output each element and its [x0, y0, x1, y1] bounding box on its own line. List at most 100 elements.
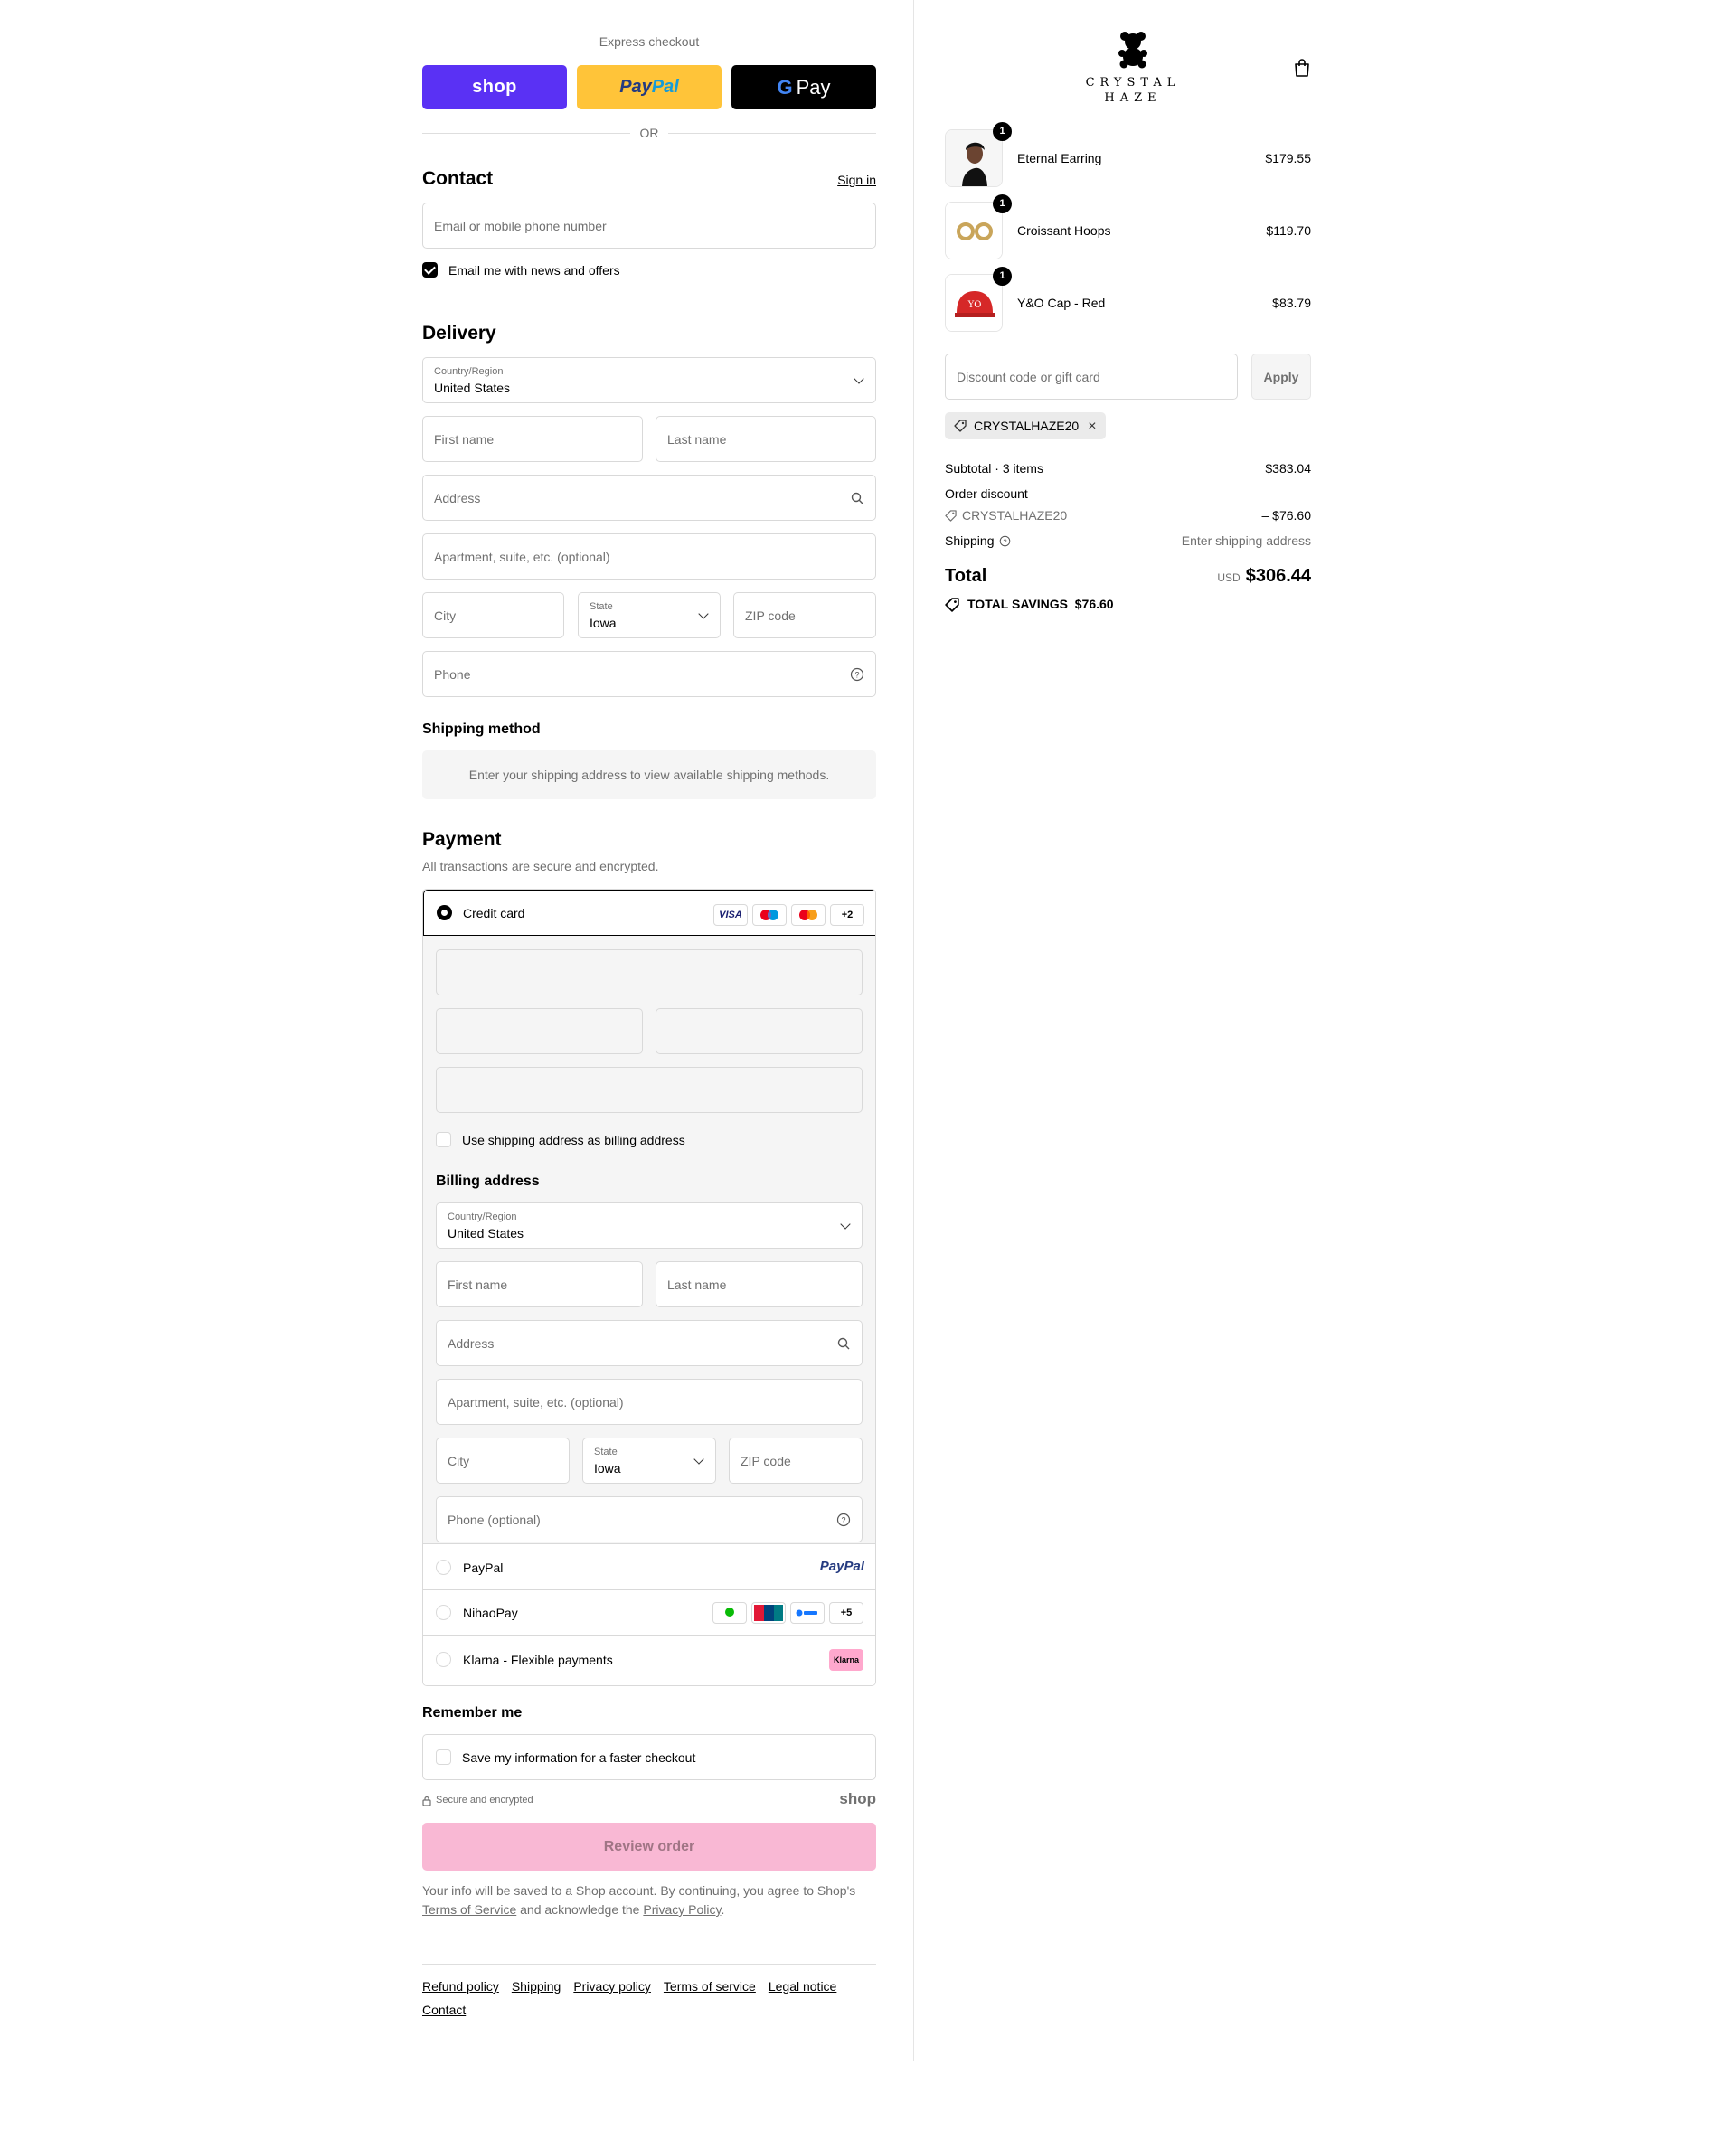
remember-me-checkbox[interactable] — [436, 1749, 451, 1765]
billing-address-field[interactable]: Address — [436, 1320, 863, 1366]
zip-field[interactable]: ZIP code — [733, 592, 876, 638]
discount-code-label: CRYSTALHAZE20 — [962, 508, 1068, 523]
help-icon[interactable]: ? — [850, 667, 864, 682]
delivery-heading: Delivery — [422, 323, 496, 344]
credit-card-option[interactable]: Credit card VISA +2 — [423, 890, 875, 936]
quantity-badge: 1 — [993, 194, 1012, 213]
city-placeholder: City — [434, 608, 457, 623]
or-divider: OR — [422, 124, 876, 142]
footer-contact-link[interactable]: Contact — [422, 2003, 466, 2017]
billing-country-select[interactable]: Country/Region United States — [436, 1202, 863, 1249]
address-field[interactable]: Address — [422, 475, 876, 521]
billing-city-placeholder: City — [448, 1454, 470, 1468]
phone-field[interactable]: Phone ? — [422, 651, 876, 697]
chevron-down-icon — [698, 608, 709, 619]
brand-line2: HAZE — [1104, 91, 1162, 105]
order-discount-label: Order discount — [945, 486, 1028, 501]
google-g-icon: G — [777, 75, 793, 99]
first-name-placeholder: First name — [434, 432, 495, 447]
google-pay-button[interactable]: G Pay — [731, 65, 876, 109]
remove-discount-icon[interactable]: × — [1088, 413, 1096, 440]
lock-icon — [422, 1796, 431, 1806]
svg-text:YO: YO — [967, 300, 982, 310]
billing-last-name-field[interactable]: Last name — [656, 1261, 863, 1307]
footer-terms-link[interactable]: Terms of service — [664, 1979, 756, 1994]
footer-privacy-link[interactable]: Privacy policy — [573, 1979, 651, 1994]
klarna-option-label: Klarna - Flexible payments — [463, 1653, 613, 1667]
sign-in-link[interactable]: Sign in — [837, 173, 876, 187]
state-select[interactable]: State Iowa — [578, 592, 721, 638]
chevron-down-icon — [840, 1219, 851, 1230]
quantity-badge: 1 — [993, 267, 1012, 286]
cart-item: 1 Eternal Earring $179.55 — [945, 122, 1311, 191]
shipping-value: Enter shipping address — [1181, 533, 1311, 548]
total-label: Total — [945, 566, 987, 586]
billing-first-name-field[interactable]: First name — [436, 1261, 643, 1307]
city-field[interactable]: City — [422, 592, 564, 638]
quantity-badge: 1 — [993, 122, 1012, 141]
footer-legal-link[interactable]: Legal notice — [769, 1979, 837, 1994]
billing-address-placeholder: Address — [448, 1336, 495, 1351]
help-icon[interactable]: ? — [999, 535, 1011, 547]
payment-methods: Credit card VISA +2 Use shipping address… — [422, 889, 876, 1686]
last-name-field[interactable]: Last name — [656, 416, 876, 462]
card-cvv-field[interactable] — [656, 1008, 863, 1054]
tag-icon — [945, 598, 959, 612]
state-value: Iowa — [590, 616, 617, 630]
klarna-radio[interactable] — [436, 1652, 451, 1667]
nihaopay-option-label: NihaoPay — [463, 1606, 518, 1620]
paypal-radio[interactable] — [436, 1560, 451, 1575]
remember-me-box[interactable]: Save my information for a faster checkou… — [422, 1734, 876, 1780]
discount-code-field[interactable]: Discount code or gift card — [945, 354, 1238, 400]
mastercard-icon — [791, 904, 826, 926]
shop-pay-label: shop — [472, 77, 517, 97]
footer-shipping-link[interactable]: Shipping — [512, 1979, 561, 1994]
order-discount-row: Order discount — [945, 486, 1311, 501]
subtotal-row: Subtotal · 3 items $383.04 — [945, 461, 1311, 476]
billing-state-select[interactable]: State Iowa — [582, 1438, 716, 1484]
paypal-express-button[interactable]: Pay Pal — [577, 65, 722, 109]
brand-logo[interactable]: CRYSTAL HAZE — [1061, 31, 1205, 106]
payment-subtitle: All transactions are secure and encrypte… — [422, 859, 659, 873]
privacy-policy-link[interactable]: Privacy Policy — [643, 1902, 721, 1917]
nihaopay-option[interactable]: NihaoPay +5 — [423, 1590, 875, 1636]
item-name: Eternal Earring — [1017, 151, 1102, 165]
terms-of-service-link[interactable]: Terms of Service — [422, 1902, 516, 1917]
footer-refund-link[interactable]: Refund policy — [422, 1979, 499, 1994]
checkout-main: Express checkout shop Pay Pal G Pay OR Con… — [0, 0, 913, 2061]
product-thumbnail — [945, 202, 1003, 259]
same-billing-checkbox[interactable] — [436, 1132, 451, 1147]
review-order-button[interactable]: Review order — [422, 1823, 876, 1871]
svg-text:?: ? — [854, 671, 859, 680]
billing-phone-field[interactable]: Phone (optional) ? — [436, 1496, 863, 1542]
apartment-field[interactable]: Apartment, suite, etc. (optional) — [422, 533, 876, 580]
email-field[interactable]: Email or mobile phone number — [422, 203, 876, 249]
discount-placeholder: Discount code or gift card — [957, 370, 1100, 384]
card-expiry-field[interactable] — [436, 1008, 643, 1054]
billing-heading: Billing address — [436, 1174, 540, 1189]
item-name: Croissant Hoops — [1017, 223, 1111, 238]
billing-apartment-field[interactable]: Apartment, suite, etc. (optional) — [436, 1379, 863, 1425]
country-select[interactable]: Country/Region United States — [422, 357, 876, 403]
klarna-option[interactable]: Klarna - Flexible payments Klarna — [423, 1636, 875, 1685]
billing-city-field[interactable]: City — [436, 1438, 570, 1484]
card-name-field[interactable] — [436, 1067, 863, 1113]
card-number-field[interactable] — [436, 949, 863, 995]
credit-card-radio[interactable] — [437, 905, 452, 920]
apply-discount-button[interactable]: Apply — [1251, 354, 1311, 400]
nihaopay-radio[interactable] — [436, 1605, 451, 1620]
newsletter-checkbox[interactable] — [422, 262, 438, 278]
first-name-field[interactable]: First name — [422, 416, 643, 462]
billing-zip-placeholder: ZIP code — [741, 1454, 791, 1468]
country-label: Country/Region — [434, 366, 504, 377]
unionpay-icon — [751, 1602, 786, 1624]
shop-pay-button[interactable]: shop — [422, 65, 567, 109]
subtotal-value: $383.04 — [1265, 461, 1311, 476]
shopping-bag-icon[interactable] — [1293, 58, 1311, 78]
help-icon[interactable]: ? — [836, 1513, 851, 1527]
billing-zip-field[interactable]: ZIP code — [729, 1438, 863, 1484]
footer-links: Refund policy Shipping Privacy policy Terms… — [422, 1975, 876, 2022]
paypal-option[interactable]: PayPal PayPal — [423, 1545, 875, 1590]
svg-text:?: ? — [1003, 537, 1006, 545]
cart-item: 1 Croissant Hoops $119.70 — [945, 194, 1311, 263]
